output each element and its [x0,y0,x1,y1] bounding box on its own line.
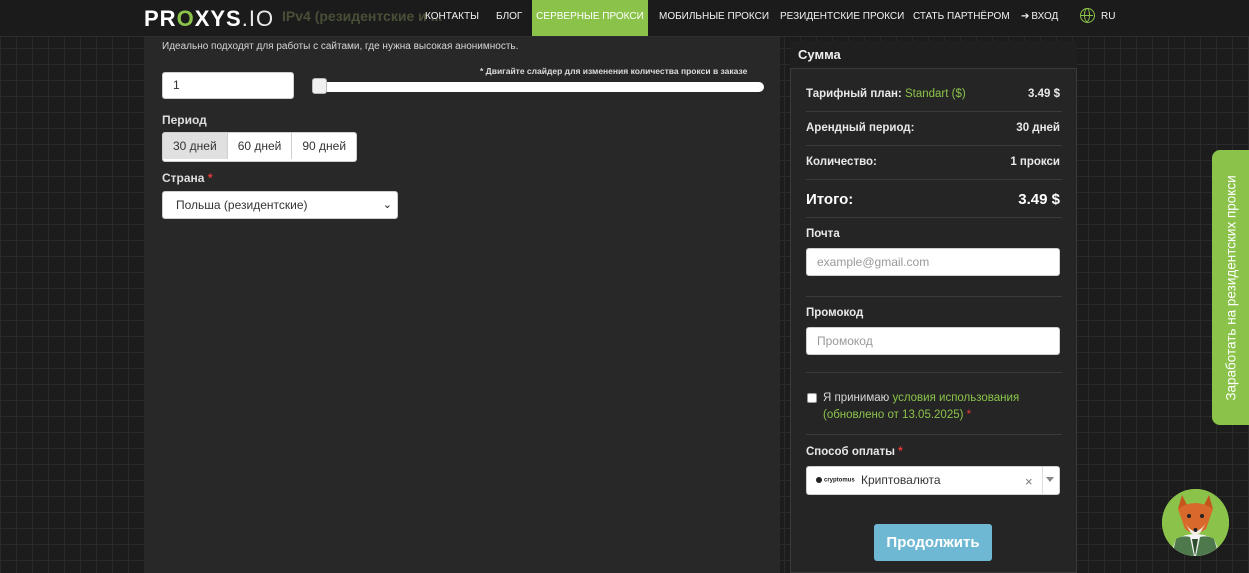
summary-title: Сумма [798,47,841,62]
period-60-button[interactable]: 60 дней [228,133,293,159]
page-title-ghost: IPv4 (резидентские и ... [282,8,443,24]
nav-login[interactable]: ➔ ВХОД [1021,0,1058,36]
chevron-down-icon: ⌄ [382,199,392,211]
plan-label-text: Тарифный план: [806,88,902,100]
quantity-slider-track[interactable] [313,82,764,92]
chevron-down-icon[interactable] [1046,477,1054,482]
total-label: Итого: [806,191,854,208]
required-mark: * [966,409,972,421]
plan-name: Standart ($) [904,88,966,100]
quantity-value: 1 прокси [1010,156,1060,168]
country-label: Страна * [162,171,212,185]
email-field[interactable]: example@gmail.com [806,248,1060,276]
payment-label-text: Способ оплаты [806,446,895,458]
payment-label: Способ оплаты * [806,446,903,458]
logo[interactable]: PROXYS.IO [144,6,274,32]
nav-partner[interactable]: СТАТЬ ПАРТНЁРОМ [913,0,1010,36]
quantity-slider-handle[interactable] [312,78,327,94]
slider-hint: * Двигайте слайдер для изменения количес… [480,66,748,76]
nav-server-proxies[interactable]: СЕРВЕРНЫЕ ПРОКСИ [532,0,648,36]
required-mark: * [207,171,213,185]
quantity-label: Количество: [806,156,877,168]
divider [806,434,1062,435]
email-label: Почта [806,228,840,240]
order-form-panel [144,37,780,573]
rent-period-label: Арендный период: [806,122,915,134]
terms-pre: Я принимаю [823,392,890,404]
country-label-text: Страна [162,171,205,185]
logo-part: XYS [194,6,242,31]
cryptomus-logo: cryptomus [816,477,855,484]
period-30-button[interactable]: 30 дней [163,133,228,159]
cryptomus-logo-text: cryptomus [824,477,855,484]
divider [806,111,1062,112]
period-90-button[interactable]: 90 дней [292,133,356,159]
nav-contacts[interactable]: КОНТАКТЫ [425,0,479,36]
quantity-input[interactable]: 1 [162,72,294,99]
nav-mobile-proxies[interactable]: МОБИЛЬНЫЕ ПРОКСИ [659,0,769,36]
rent-period-value: 30 дней [1016,122,1060,134]
plan-label: Тарифный план: Standart ($) [806,88,966,100]
chat-avatar[interactable] [1162,489,1229,556]
earn-referral-label: Заработать на резидентских прокси [1223,174,1238,401]
divider [806,179,1062,180]
country-select[interactable]: Польша (резидентские) ⌄ [162,191,398,219]
fox-mascot-icon [1162,489,1229,556]
nav-blog[interactable]: БЛОГ [496,0,522,36]
promo-field[interactable]: Промокод [806,327,1060,355]
clear-icon[interactable]: × [1025,474,1033,489]
terms-checkbox[interactable] [807,393,817,403]
language-switch[interactable]: RU [1101,0,1115,36]
logo-leaf: O [176,6,195,31]
select-divider [1042,467,1043,494]
divider [806,145,1062,146]
product-hint: Идеально подходят для работы с сайтами, … [162,41,519,52]
logo-part: .IO [241,6,275,31]
promo-label: Промокод [806,307,864,319]
payment-select-value: Криптовалюта [861,473,941,487]
nav-login-label: ВХОД [1031,11,1059,22]
period-label: Период [162,113,207,127]
cryptomus-icon [816,477,822,483]
period-button-group: 30 дней 60 дней 90 дней [162,132,358,162]
divider [806,372,1062,373]
plan-price: 3.49 $ [1028,88,1060,100]
terms-link[interactable]: условия использования [892,392,1019,404]
required-mark: * [898,446,903,458]
earn-referral-tab[interactable]: Заработать на резидентских прокси [1212,150,1249,425]
terms-text: Я принимаю условия использования (обновл… [823,390,1019,424]
globe-icon[interactable] [1080,8,1095,23]
continue-button[interactable]: Продолжить [874,524,992,561]
divider [806,217,1062,218]
terms-date: (обновлено от 13.05.2025) [823,409,964,421]
divider [806,296,1062,297]
login-icon: ➔ [1021,11,1030,22]
nav-residential-proxies[interactable]: РЕЗИДЕНТСКИЕ ПРОКСИ [780,0,904,36]
total-value: 3.49 $ [1018,191,1060,208]
country-select-value: Польша (резидентские) [176,198,308,212]
logo-part: PR [144,6,177,31]
